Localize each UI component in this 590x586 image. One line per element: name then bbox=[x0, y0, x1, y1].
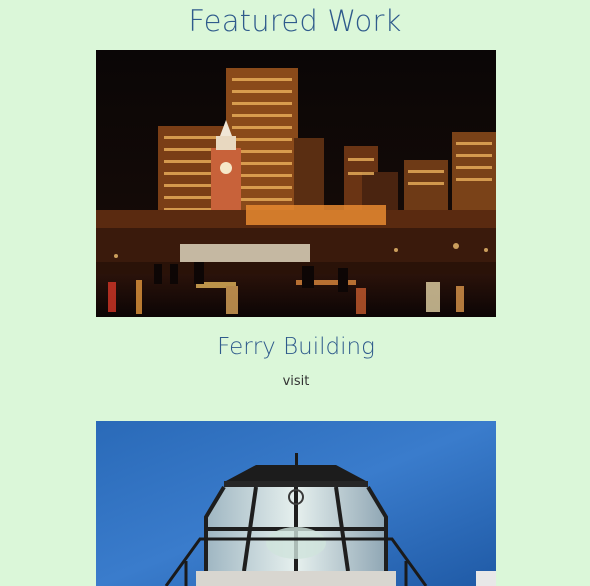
project-card: Ferry Building visit bbox=[96, 50, 496, 395]
page-title: Featured Work bbox=[188, 4, 402, 38]
project-title: Ferry Building bbox=[217, 334, 375, 360]
lighthouse-image[interactable] bbox=[96, 421, 496, 586]
ferry-building-image[interactable] bbox=[96, 50, 496, 317]
project-card bbox=[96, 421, 496, 586]
visit-link[interactable]: visit bbox=[96, 374, 496, 389]
